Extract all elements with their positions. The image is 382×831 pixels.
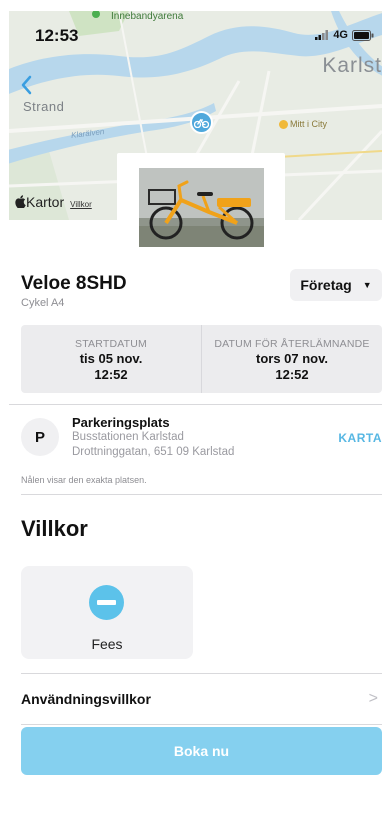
pin-accuracy-note: Nålen visar den exakta platsen. xyxy=(21,475,147,485)
usage-terms-label: Användningsvillkor xyxy=(21,691,151,707)
bike-location-pin[interactable] xyxy=(190,111,213,134)
signal-icon xyxy=(315,30,329,40)
caret-down-icon: ▼ xyxy=(362,280,372,290)
vehicle-subtitle: Cykel A4 xyxy=(21,297,65,309)
back-chevron-icon[interactable] xyxy=(20,75,32,95)
status-time: 12:53 xyxy=(35,26,79,45)
fees-label: Fees xyxy=(91,636,123,652)
rental-dates-panel[interactable]: STARTDATUM tis 05 nov. 12:52 DATUM FÖR Å… xyxy=(21,325,382,393)
map-label-district: Strand xyxy=(23,99,65,114)
map-label-city: Karlst xyxy=(322,54,382,77)
map-label-poi: Mitt i City xyxy=(279,119,327,129)
divider xyxy=(9,404,382,405)
map-link[interactable]: KARTA xyxy=(338,431,382,445)
apple-maps-logo: Kartor xyxy=(15,194,64,210)
account-selector-button[interactable]: Företag ▼ xyxy=(290,269,382,301)
poi-icon xyxy=(279,119,288,129)
apple-maps-brand: Kartor xyxy=(26,194,65,210)
start-date[interactable]: STARTDATUM tis 05 nov. 12:52 xyxy=(21,325,201,393)
cargo-bike-image xyxy=(139,168,264,247)
parking-station: Busstationen Karlstad xyxy=(72,431,184,443)
parking-title: Parkeringsplats xyxy=(72,415,170,430)
start-date-label: STARTDATUM xyxy=(75,338,147,350)
divider xyxy=(21,724,382,725)
map-terms-link[interactable]: Villkor xyxy=(70,200,92,209)
status-indicators: 4G xyxy=(315,29,374,41)
vehicle-name: Veloe 8SHD xyxy=(21,273,127,294)
chevron-right-icon: > xyxy=(368,690,378,707)
terms-heading: Villkor xyxy=(21,516,88,541)
return-date-time: 12:52 xyxy=(275,367,309,382)
return-date-label: DATUM FÖR ÅTERLÄMNANDE xyxy=(214,338,370,350)
apple-icon xyxy=(15,195,26,209)
fees-minus-icon xyxy=(89,585,124,620)
return-date-day: tors 07 nov. xyxy=(255,351,328,366)
divider xyxy=(21,494,382,495)
battery-icon xyxy=(352,29,374,41)
map-label-venue: Innebandyarena xyxy=(111,11,184,22)
bicycle-icon xyxy=(194,118,209,128)
parking-address: Drottninggatan, 651 09 Karlstad xyxy=(72,446,235,458)
fees-card[interactable]: Fees xyxy=(21,566,193,659)
book-now-button[interactable]: Boka nu xyxy=(21,727,382,775)
poi-label: Mitt i City xyxy=(290,119,327,129)
usage-terms-row[interactable]: Användningsvillkor > xyxy=(21,674,382,724)
map-attribution: Kartor Villkor xyxy=(15,194,92,210)
network-label: 4G xyxy=(333,29,348,41)
account-selector-label: Företag xyxy=(300,277,352,293)
start-date-time: 12:52 xyxy=(94,367,128,382)
start-date-day: tis 05 nov. xyxy=(79,351,143,366)
return-date[interactable]: DATUM FÖR ÅTERLÄMNANDE tors 07 nov. 12:5… xyxy=(201,325,382,393)
parking-icon: P xyxy=(21,418,59,456)
vehicle-photo xyxy=(139,168,264,247)
